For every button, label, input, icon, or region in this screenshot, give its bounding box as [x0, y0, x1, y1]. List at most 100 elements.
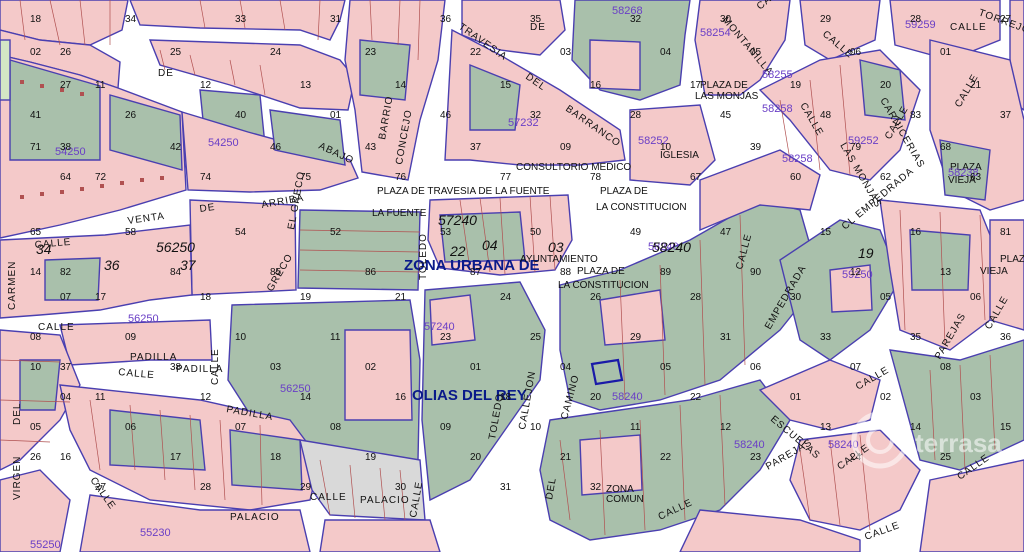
parcel-number: 11	[95, 80, 106, 91]
parcel-number: 31	[500, 482, 512, 493]
parcel-number: 23	[365, 47, 377, 58]
parcel-number: 36	[440, 14, 452, 25]
place-label-plaza-vieja-4: VIEJA	[980, 266, 1008, 277]
parcel-number: 26	[125, 110, 137, 121]
parcel-number: 10	[530, 422, 542, 433]
parcel-number: 04	[560, 362, 572, 373]
parcel-number: 50	[530, 227, 542, 238]
big-number-label: 58240	[652, 239, 691, 255]
street-label-de-2: DE	[199, 202, 216, 215]
parcel-number: 36	[1000, 332, 1012, 343]
parcel-number: 29	[820, 14, 832, 25]
parcel-number: 90	[750, 267, 762, 278]
parcel-number: 16	[395, 392, 407, 403]
parcel-number: 05	[880, 292, 892, 303]
parcel-number: 25	[170, 47, 182, 58]
place-label-plaza-const-1: PLAZA DE	[600, 186, 648, 197]
parcel-number: 16	[590, 80, 602, 91]
parcel-number: 12	[200, 80, 212, 91]
parcel-number: 18	[500, 392, 512, 403]
parcel-number: 09	[125, 332, 137, 343]
parcel-number: 76	[395, 172, 407, 183]
parcel-number: 71	[30, 142, 42, 153]
parcel-number: 35	[910, 332, 922, 343]
block[interactable]	[0, 39, 11, 101]
block[interactable]	[429, 294, 476, 346]
parcel-number: 14	[395, 80, 407, 91]
parcel-number: 12	[850, 267, 862, 278]
parcel-number: 64	[60, 172, 72, 183]
street-label-palacio-2: PALACIO	[230, 512, 280, 523]
street-label-carmen: CARMEN	[7, 261, 18, 310]
parcel-number: 49	[630, 227, 642, 238]
parcel-number: 27	[95, 482, 107, 493]
parcel-number: 32	[630, 14, 642, 25]
block[interactable]	[109, 409, 206, 471]
parcel-number: 42	[170, 142, 182, 153]
place-label-la-fuente: LA FUENTE	[372, 208, 427, 219]
parcel-number: 24	[500, 292, 512, 303]
parcel-number: 53	[440, 227, 452, 238]
place-label-plaza-const-2: LA CONSTITUCION	[596, 202, 687, 213]
block[interactable]	[344, 329, 413, 421]
parcel-number: 25	[530, 332, 542, 343]
polygon-code: 58258	[782, 153, 813, 165]
big-number-label: 22	[449, 243, 466, 259]
parcel-number: 06	[850, 47, 862, 58]
parcel-number: 22	[660, 452, 672, 463]
parcel-number: 02	[30, 47, 42, 58]
parcel-number: 06	[970, 292, 982, 303]
big-number-label: 56250	[156, 239, 195, 255]
parcel-number: 16	[910, 227, 922, 238]
parcel-number: 05	[750, 47, 762, 58]
block[interactable]	[319, 519, 441, 552]
parcel-number: 60	[790, 172, 802, 183]
parcel-number: 26	[60, 47, 72, 58]
parcel-number: 18	[270, 452, 282, 463]
parcel-number: 08	[330, 422, 342, 433]
parcel-number: 43	[365, 142, 377, 153]
place-label-ayuntamiento: AYUNTAMIENTO	[520, 254, 598, 265]
parcel-number: 13	[300, 80, 312, 91]
parcel-number: 12	[720, 422, 732, 433]
place-label-plaza-travesia: PLAZA DE TRAVESIA DE LA FUENTE	[377, 186, 550, 197]
parcel-number: 85	[270, 267, 282, 278]
parcel-number: 46	[440, 110, 452, 121]
parcel-number: 14	[300, 392, 312, 403]
parcel-number: 38	[170, 362, 182, 373]
parcel-number: 10	[30, 362, 42, 373]
parcel-number: 21	[560, 452, 572, 463]
parcel-number: 16	[60, 452, 72, 463]
parcel-number: 20	[880, 80, 892, 91]
parcel-number: 74	[200, 172, 212, 183]
place-label-plaza-const-3: PLAZA DE	[577, 266, 625, 277]
parcel-number: 33	[235, 14, 247, 25]
big-number-label: 34	[36, 241, 52, 257]
parcel-number: 34	[125, 14, 137, 25]
cadastral-map[interactable]: ZONA URBANA DEOLIAS DEL REYPLAZA DELAS M…	[0, 0, 1024, 552]
block[interactable]	[909, 229, 971, 291]
polygon-code: 58240	[612, 391, 643, 403]
parcel-number: 03	[270, 362, 282, 373]
block[interactable]	[229, 429, 303, 491]
parcel-number: 19	[790, 80, 802, 91]
block[interactable]	[44, 257, 101, 301]
polygon-code: 58255	[762, 69, 793, 81]
parcel-number: 07	[235, 422, 247, 433]
parcel-number: 01	[790, 392, 802, 403]
parcel-number: 82	[60, 267, 72, 278]
parcel-number: 35	[530, 14, 542, 25]
parcel-number: 46	[270, 142, 282, 153]
parcel-number: 06	[125, 422, 137, 433]
parcel-number: 28	[910, 14, 922, 25]
polygon-code: 54250	[208, 137, 239, 149]
parcel-number: 12	[200, 392, 212, 403]
parcel-number: 39	[750, 142, 762, 153]
parcel-number: 17	[690, 80, 702, 91]
big-number-label: 57240	[438, 212, 477, 228]
parcel-number: 28	[200, 482, 212, 493]
parcel-number: 37	[1000, 110, 1012, 121]
street-label-calle-13: CALLE	[950, 22, 987, 33]
parcel-number: 26	[590, 292, 602, 303]
parcel-number: 28	[630, 110, 642, 121]
